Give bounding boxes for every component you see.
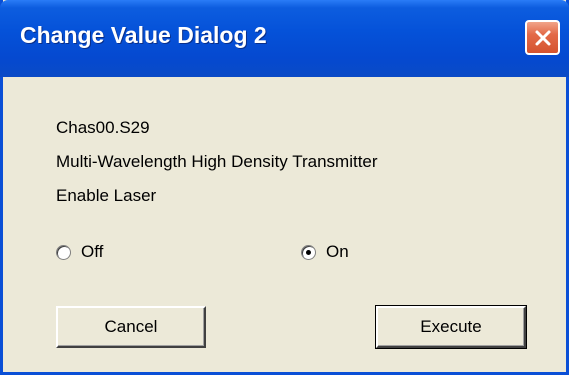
dialog-window: Change Value Dialog 2 Chas00.S29 Multi-W… [0, 0, 569, 375]
radio-selected-dot [306, 249, 311, 255]
parameter-label: Enable Laser [56, 186, 157, 205]
radio-on[interactable]: On [301, 242, 349, 262]
chassis-label: Chas00.S29 [56, 118, 150, 137]
title-bar[interactable]: Change Value Dialog 2 [0, 0, 569, 77]
radio-off[interactable]: Off [56, 242, 103, 262]
execute-button[interactable]: Execute [375, 305, 527, 349]
radio-off-button[interactable] [56, 244, 71, 260]
dialog-title: Change Value Dialog 2 [20, 22, 267, 48]
radio-off-label: Off [81, 242, 104, 261]
radio-on-button[interactable] [301, 244, 316, 260]
radio-on-label: On [326, 242, 349, 261]
cancel-button[interactable]: Cancel [56, 306, 206, 348]
close-icon [535, 30, 550, 45]
module-label: Multi-Wavelength High Density Transmitte… [56, 152, 378, 171]
close-button[interactable] [525, 20, 560, 55]
